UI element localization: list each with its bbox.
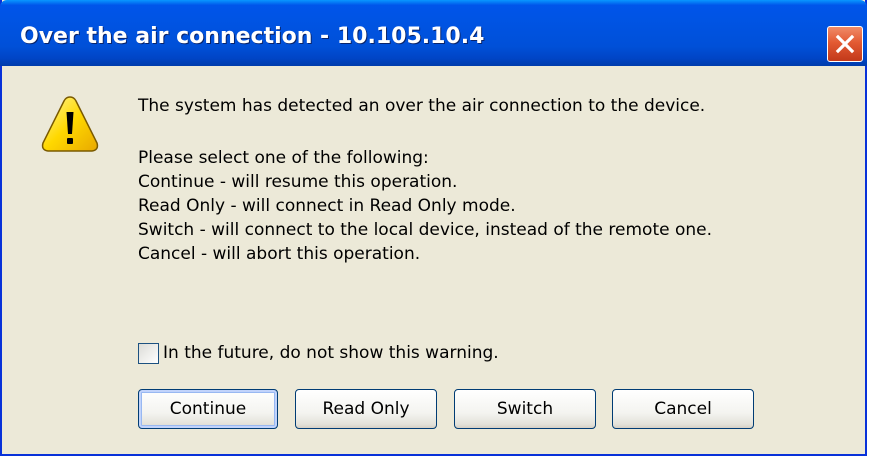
close-icon	[835, 34, 855, 54]
read-only-button[interactable]: Read Only	[295, 389, 437, 429]
warning-icon	[41, 96, 99, 152]
option-description: Switch - will connect to the local devic…	[138, 220, 713, 240]
close-button[interactable]	[827, 26, 863, 62]
option-description: Read Only - will connect in Read Only mo…	[138, 196, 516, 216]
option-description: Continue - will resume this operation.	[138, 172, 458, 192]
dont-show-again-row[interactable]: In the future, do not show this warning.	[138, 340, 499, 366]
main-message: The system has detected an over the air …	[138, 96, 706, 116]
title-bar[interactable]: Over the air connection - 10.105.10.4	[0, 0, 867, 66]
dont-show-again-checkbox[interactable]	[138, 342, 159, 364]
switch-button[interactable]: Switch	[454, 389, 596, 429]
window-title: Over the air connection - 10.105.10.4	[20, 24, 485, 49]
dialog-window: Over the air connection - 10.105.10.4 Th…	[0, 0, 867, 456]
option-description: Cancel - will abort this operation.	[138, 244, 421, 264]
prompt-text: Please select one of the following:	[138, 148, 429, 168]
cancel-button[interactable]: Cancel	[612, 389, 754, 429]
dont-show-again-label[interactable]: In the future, do not show this warning.	[163, 343, 499, 363]
continue-button[interactable]: Continue	[138, 389, 278, 429]
